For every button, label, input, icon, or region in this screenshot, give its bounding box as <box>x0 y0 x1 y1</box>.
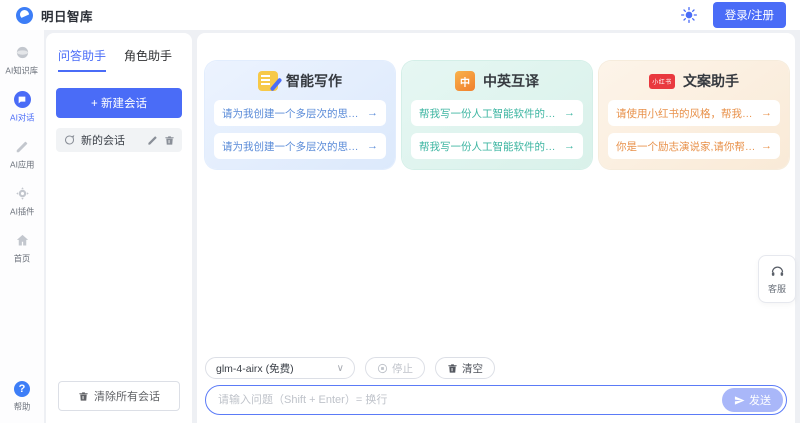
card-smart-writing: 智能写作 请为我创建一个多层次的思维导图，主题是... → 请为我创建一个多层次… <box>205 61 395 169</box>
trash-icon <box>448 363 457 373</box>
trash-icon <box>79 391 88 401</box>
app-title: 明日智库 <box>41 9 94 24</box>
xiaohongshu-icon: 小红书 <box>649 73 675 89</box>
prompt-chip[interactable]: 请为我创建一个多层次的思维导图，主题是... → <box>214 133 386 159</box>
prompt-chip[interactable]: 帮我写一份人工智能软件的产品经理的工作... → <box>411 133 583 159</box>
smart-writing-icon <box>258 71 278 91</box>
composer-controls: glm-4-airx (免费) ∨ 停止 清空 <box>205 357 495 379</box>
tab-qa-assistant[interactable]: 问答助手 <box>58 47 107 72</box>
knowledge-base-icon <box>14 44 31 61</box>
card-title: 中英互译 <box>483 73 539 89</box>
edit-icon[interactable] <box>147 135 158 146</box>
login-register-button[interactable]: 登录/注册 <box>712 2 786 28</box>
rail-item-knowledge[interactable]: AI知识库 <box>0 44 44 77</box>
clear-button[interactable]: 清空 <box>435 357 495 379</box>
prompt-text: 帮我写一份人工智能软件的产品经理的工作... <box>419 107 560 120</box>
logo-icon <box>16 6 33 24</box>
support-label: 客服 <box>767 283 786 294</box>
model-select[interactable]: glm-4-airx (免费) ∨ <box>205 357 355 379</box>
conversation-item[interactable]: 新的会话 <box>56 128 182 152</box>
rail-item-plugins[interactable]: AI插件 <box>0 185 44 218</box>
conversation-sidebar: 问答助手 角色助手 + 新建会话 新的会话 清除所有会话 <box>46 33 192 423</box>
help-icon: ? <box>14 381 30 397</box>
message-input-row: 发送 <box>205 385 787 415</box>
theme-sun-icon[interactable] <box>680 7 697 23</box>
prompt-chip[interactable]: 请为我创建一个多层次的思维导图，主题是... → <box>214 100 386 126</box>
delete-icon[interactable] <box>164 135 175 146</box>
card-copywriting: 小红书 文案助手 请使用小红书的风格，帮我为小红书账号编... → 你是一个励志… <box>599 61 789 169</box>
arrow-icon: → <box>564 107 575 119</box>
nav-rail: AI知识库 AI对话 AI应用 AI插件 首页 ? 帮助 <box>0 30 44 423</box>
app-logo: 明日智库 <box>10 6 93 25</box>
prompt-chip[interactable]: 帮我写一份人工智能软件的产品经理的工作... → <box>411 100 583 126</box>
rail-item-chat[interactable]: AI对话 <box>0 91 44 124</box>
rail-label: AI应用 <box>9 160 35 170</box>
prompt-text: 请为我创建一个多层次的思维导图，主题是... <box>222 140 363 153</box>
prompt-chip[interactable]: 你是一个励志演说家,请你帮我用小红书的... → <box>608 133 780 159</box>
conversation-title: 新的会话 <box>81 135 125 147</box>
stop-icon <box>377 363 388 373</box>
suggestion-cards: 智能写作 请为我创建一个多层次的思维导图，主题是... → 请为我创建一个多层次… <box>205 61 789 169</box>
rail-item-home[interactable]: 首页 <box>0 232 44 265</box>
app-header: 明日智库 登录/注册 <box>0 0 800 30</box>
new-conversation-button[interactable]: + 新建会话 <box>56 88 182 118</box>
rail-item-help[interactable]: ? 帮助 <box>0 381 44 413</box>
rail-label: 首页 <box>13 254 31 264</box>
plugin-gear-icon <box>14 185 31 202</box>
prompt-text: 帮我写一份人工智能软件的产品经理的工作... <box>419 140 560 153</box>
pencil-icon <box>14 138 31 155</box>
prompt-text: 请使用小红书的风格，帮我为小红书账号编... <box>616 107 757 120</box>
model-select-value: glm-4-airx (免费) <box>216 362 294 375</box>
stop-button[interactable]: 停止 <box>365 357 425 379</box>
chat-bubble-icon <box>63 134 75 146</box>
rail-item-apps[interactable]: AI应用 <box>0 138 44 171</box>
clear-all-conversations-button[interactable]: 清除所有会话 <box>58 381 180 411</box>
tab-role-assistant[interactable]: 角色助手 <box>124 47 172 72</box>
card-title: 智能写作 <box>286 73 342 89</box>
rail-label: AI知识库 <box>5 66 39 76</box>
prompt-chip[interactable]: 请使用小红书的风格，帮我为小红书账号编... → <box>608 100 780 126</box>
arrow-icon: → <box>367 107 378 119</box>
chat-main-panel: 智能写作 请为我创建一个多层次的思维导图，主题是... → 请为我创建一个多层次… <box>197 33 795 423</box>
rail-label: AI插件 <box>9 207 35 217</box>
arrow-icon: → <box>761 140 772 152</box>
prompt-text: 请为我创建一个多层次的思维导图，主题是... <box>222 107 363 120</box>
card-title: 文案助手 <box>683 73 739 89</box>
headset-icon <box>771 266 783 276</box>
chat-icon <box>13 91 31 108</box>
chevron-down-icon: ∨ <box>336 362 344 374</box>
stop-label: 停止 <box>392 362 413 375</box>
card-translation: 中 中英互译 帮我写一份人工智能软件的产品经理的工作... → 帮我写一份人工智… <box>402 61 592 169</box>
clear-all-label: 清除所有会话 <box>94 391 160 403</box>
clear-label: 清空 <box>462 362 483 375</box>
arrow-icon: → <box>367 140 378 152</box>
arrow-icon: → <box>564 140 575 152</box>
home-icon <box>14 232 31 249</box>
send-button[interactable]: 发送 <box>722 388 783 412</box>
translate-icon: 中 <box>455 71 475 91</box>
rail-label: AI对话 <box>9 113 35 123</box>
prompt-text: 你是一个励志演说家,请你帮我用小红书的... <box>616 140 757 153</box>
assistant-tabs: 问答助手 角色助手 <box>56 43 182 80</box>
send-plane-icon <box>734 395 745 405</box>
arrow-icon: → <box>761 107 772 119</box>
message-input[interactable] <box>218 394 722 406</box>
send-label: 发送 <box>749 395 771 407</box>
customer-support-button[interactable]: 客服 <box>758 255 796 303</box>
rail-label: 帮助 <box>13 402 31 412</box>
